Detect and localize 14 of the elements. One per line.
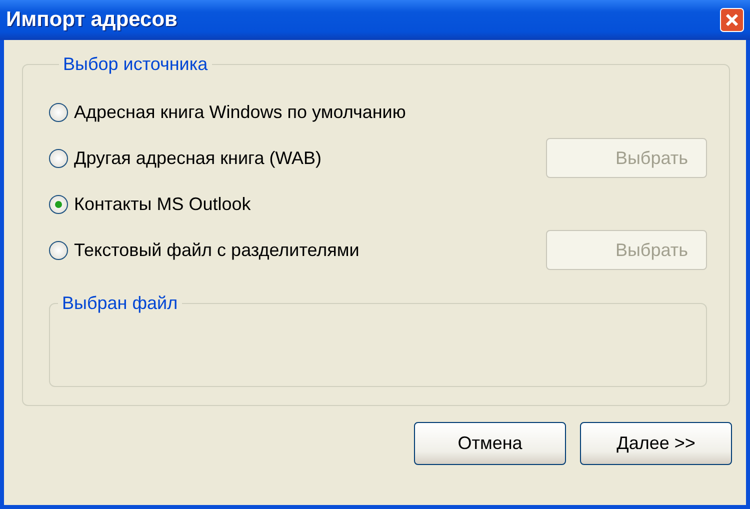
cancel-button[interactable]: Отмена bbox=[414, 422, 566, 465]
radio-button[interactable] bbox=[49, 194, 68, 214]
radio-button[interactable] bbox=[49, 102, 68, 122]
window-title: Импорт адресов bbox=[6, 8, 178, 32]
option-label[interactable]: Текстовый файл с разделителями bbox=[74, 240, 360, 260]
option-label[interactable]: Адресная книга Windows по умолчанию bbox=[74, 102, 406, 122]
option-label[interactable]: Другая адресная книга (WAB) bbox=[74, 148, 322, 168]
next-button[interactable]: Далее >> bbox=[580, 422, 732, 465]
radio-button[interactable] bbox=[49, 148, 68, 168]
group-label: Выбран файл bbox=[61, 293, 179, 314]
radio-button[interactable] bbox=[49, 240, 68, 260]
group-label: Выбор источника bbox=[62, 54, 209, 75]
option-label[interactable]: Контакты MS Outlook bbox=[74, 194, 251, 214]
close-icon[interactable] bbox=[720, 8, 744, 32]
